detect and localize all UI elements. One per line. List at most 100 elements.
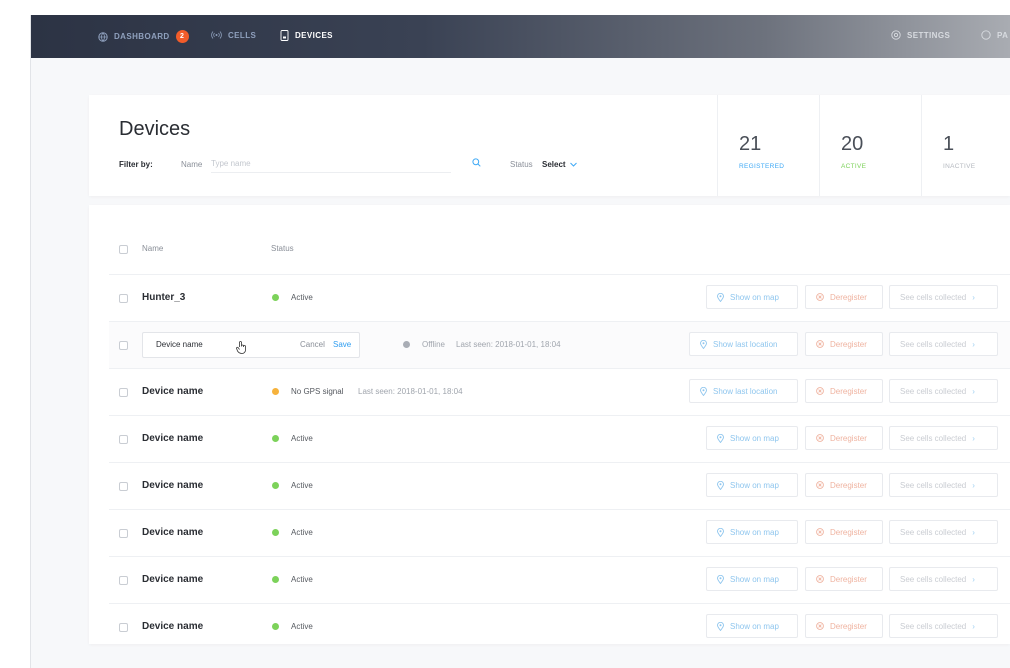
deregister-button[interactable]: Deregister	[805, 285, 883, 309]
status-dot	[272, 294, 279, 301]
device-name[interactable]: Hunter_3	[142, 292, 185, 303]
remove-circle-icon	[816, 622, 824, 630]
nav-dashboard[interactable]: DASHBOARD 2	[98, 30, 189, 43]
map-pin-icon	[717, 527, 724, 537]
deregister-button[interactable]: Deregister	[805, 473, 883, 497]
name-search-input[interactable]	[211, 155, 451, 173]
remove-circle-icon	[816, 387, 824, 395]
see-cells-collected-button[interactable]: See cells collected ›	[889, 332, 998, 356]
show-last-location-label: Show last location	[713, 339, 778, 349]
deregister-button[interactable]: Deregister	[805, 332, 883, 356]
show-last-location-label: Show last location	[713, 386, 778, 396]
see-cells-collected-button[interactable]: See cells collected ›	[889, 614, 998, 638]
deregister-button[interactable]: Deregister	[805, 567, 883, 591]
select-all-checkbox[interactable]	[119, 245, 128, 254]
show-last-location-button[interactable]: Show last location	[689, 379, 798, 403]
show-on-map-button[interactable]: Show on map	[706, 567, 798, 591]
deregister-label: Deregister	[830, 339, 867, 349]
remove-circle-icon	[816, 293, 824, 301]
table-row: Device name Active Show on map Deregiste…	[109, 603, 1010, 650]
devices-table: Name Status Hunter_3 Active Show on map …	[89, 205, 1010, 644]
show-on-map-label: Show on map	[730, 527, 779, 537]
show-on-map-button[interactable]: Show on map	[706, 473, 798, 497]
stat-label: INACTIVE	[943, 163, 976, 170]
filter-label: Filter by:	[119, 160, 153, 169]
show-on-map-button[interactable]: Show on map	[706, 285, 798, 309]
device-name[interactable]: Device name	[142, 433, 203, 444]
map-pin-icon	[717, 433, 724, 443]
row-checkbox[interactable]	[119, 623, 128, 632]
row-checkbox[interactable]	[119, 435, 128, 444]
status-select-value: Select	[542, 160, 566, 169]
see-cells-collected-button[interactable]: See cells collected ›	[889, 285, 998, 309]
device-name[interactable]: Device name	[142, 480, 203, 491]
deregister-button[interactable]: Deregister	[805, 426, 883, 450]
hand-cursor-icon	[236, 341, 246, 354]
save-button[interactable]: Save	[333, 340, 351, 349]
header-card: Devices Filter by: Name Status Select 21…	[89, 95, 1010, 196]
deregister-label: Deregister	[830, 480, 867, 490]
name-filter-label: Name	[181, 160, 203, 169]
remove-circle-icon	[816, 575, 824, 583]
nav-pa[interactable]: PA	[981, 30, 1008, 40]
see-cells-collected-button[interactable]: See cells collected ›	[889, 473, 998, 497]
see-cells-collected-button[interactable]: See cells collected ›	[889, 520, 998, 544]
see-cells-collected-button[interactable]: See cells collected ›	[889, 379, 998, 403]
row-checkbox[interactable]	[119, 388, 128, 397]
stat-label: REGISTERED	[739, 163, 785, 170]
status-dot	[403, 341, 410, 348]
show-on-map-button[interactable]: Show on map	[706, 426, 798, 450]
deregister-button[interactable]: Deregister	[805, 614, 883, 638]
see-cells-label: See cells collected	[900, 433, 967, 443]
nav-settings-label: SETTINGS	[907, 30, 951, 40]
show-on-map-button[interactable]: Show on map	[706, 520, 798, 544]
table-row: Device name No GPS signal Last seen: 201…	[109, 368, 1010, 415]
page-title: Devices	[119, 118, 191, 140]
show-on-map-label: Show on map	[730, 621, 779, 631]
deregister-label: Deregister	[830, 621, 867, 631]
chevron-right-icon: ›	[972, 339, 975, 349]
see-cells-label: See cells collected	[900, 386, 967, 396]
status-dot	[272, 623, 279, 630]
column-header-status[interactable]: Status	[271, 244, 294, 253]
rename-input-value[interactable]: Device name	[156, 340, 203, 349]
globe-icon	[98, 31, 108, 42]
status-dot	[272, 529, 279, 536]
device-name[interactable]: Device name	[142, 574, 203, 585]
row-checkbox[interactable]	[119, 529, 128, 538]
deregister-button[interactable]: Deregister	[805, 379, 883, 403]
nav-devices[interactable]: DEVICES	[280, 30, 333, 41]
row-checkbox[interactable]	[119, 341, 128, 350]
remove-circle-icon	[816, 481, 824, 489]
deregister-label: Deregister	[830, 386, 867, 396]
nav-settings[interactable]: SETTINGS	[891, 30, 950, 40]
phone-icon	[280, 30, 289, 41]
map-pin-icon	[717, 621, 724, 631]
see-cells-collected-button[interactable]: See cells collected ›	[889, 426, 998, 450]
status-select[interactable]: Select	[542, 160, 577, 169]
rename-field[interactable]: Device name Cancel Save	[142, 332, 360, 358]
device-name[interactable]: Device name	[142, 527, 203, 538]
row-checkbox[interactable]	[119, 576, 128, 585]
deregister-label: Deregister	[830, 574, 867, 584]
device-name[interactable]: Device name	[142, 621, 203, 632]
cancel-button[interactable]: Cancel	[300, 340, 325, 349]
row-checkbox[interactable]	[119, 294, 128, 303]
row-checkbox[interactable]	[119, 482, 128, 491]
see-cells-label: See cells collected	[900, 480, 967, 490]
table-row: Device name Active Show on map Deregiste…	[109, 509, 1010, 556]
column-header-name[interactable]: Name	[142, 244, 163, 253]
search-icon[interactable]	[472, 158, 481, 167]
see-cells-label: See cells collected	[900, 292, 967, 302]
show-last-location-button[interactable]: Show last location	[689, 332, 798, 356]
see-cells-collected-button[interactable]: See cells collected ›	[889, 567, 998, 591]
device-status: Active	[291, 575, 313, 584]
deregister-button[interactable]: Deregister	[805, 520, 883, 544]
chevron-right-icon: ›	[972, 574, 975, 584]
nav-cells[interactable]: CELLS	[211, 30, 256, 40]
status-dot	[272, 388, 279, 395]
gear-icon	[891, 30, 901, 40]
device-name[interactable]: Device name	[142, 386, 203, 397]
show-on-map-button[interactable]: Show on map	[706, 614, 798, 638]
stat-inactive: 1 INACTIVE	[921, 95, 1010, 196]
